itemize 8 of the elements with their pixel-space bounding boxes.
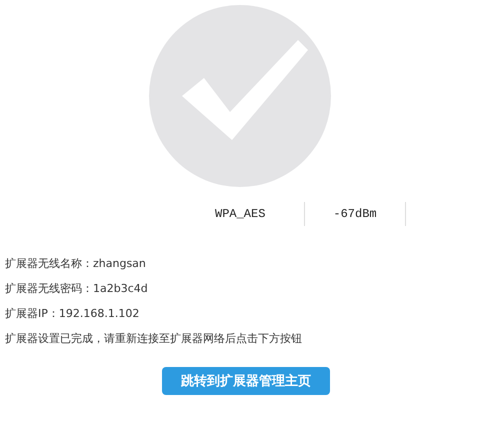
info-text: 扩展器无线名称：zhangsan bbox=[5, 256, 147, 272]
status-cell: WPA_AES bbox=[205, 202, 305, 226]
checkmark-icon bbox=[148, 4, 332, 188]
info-text: 扩展器IP：192.168.1.102 bbox=[5, 306, 140, 322]
info-text: 扩展器设置已完成，请重新连接至扩展器网络后点击下方按钮 bbox=[5, 331, 303, 347]
status-cell: -67dBm bbox=[305, 202, 406, 226]
manage-page-button[interactable]: 跳转到扩展器管理主页 bbox=[162, 367, 330, 395]
info-text: 扩展器无线密码：1a2b3c4d bbox=[5, 281, 149, 297]
